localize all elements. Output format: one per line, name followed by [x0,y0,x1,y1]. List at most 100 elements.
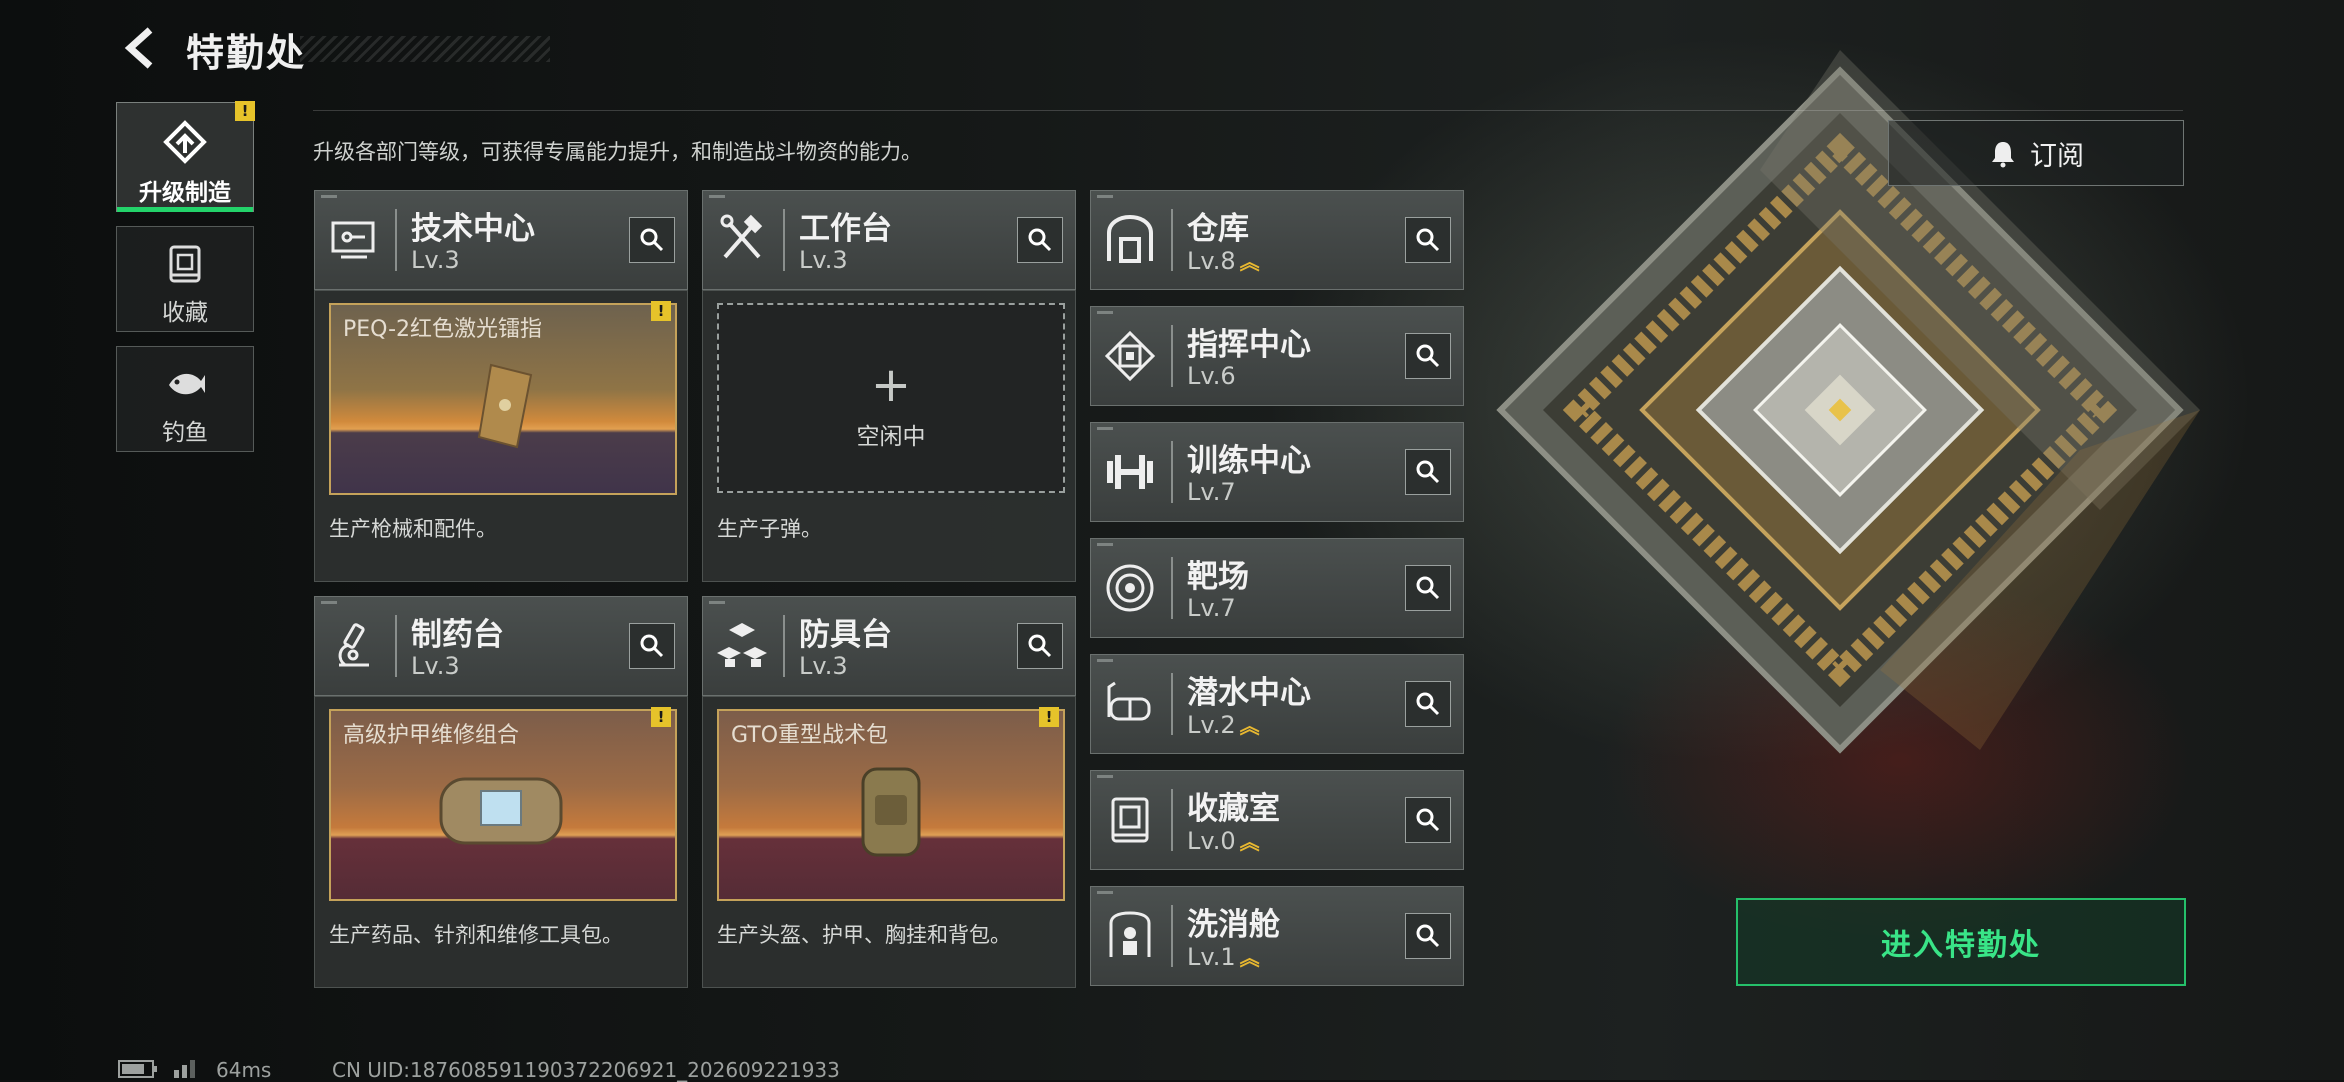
search-icon [1416,460,1440,484]
workshop-workbench[interactable]: 工作台 Lv.3 [702,190,1076,290]
production-desc: 生产头盔、护甲、胸挂和背包。 [717,923,1011,947]
level-text: Lv.8 [1187,247,1236,275]
workbench-icon [720,214,763,259]
enter-special-ops-button[interactable]: 进入特勤处 [1736,898,2186,986]
production-card-tech-center[interactable]: PEQ-2红色激光镭指 ! 生产枪械和配件。 [314,290,688,582]
facility-level: Lv.0 ︽ [1187,826,1260,855]
alert-badge: ! [651,707,671,727]
tab-label: 钓鱼 [162,420,208,446]
search-icon [1416,344,1440,368]
facility-name: 仓库 [1187,211,1249,247]
search-icon [640,228,664,252]
divider [783,209,785,271]
facility-name: 洗消舱 [1187,907,1280,943]
search-button[interactable] [1017,623,1063,669]
facility-name: 指挥中心 [1187,327,1311,363]
facility-name: 潜水中心 [1187,675,1311,711]
production-item-frame[interactable]: GTO重型战术包 [717,709,1065,901]
tab-collection[interactable]: 收藏 [116,226,254,332]
workshop-level: Lv.3 [799,246,848,274]
production-card-armor-bench[interactable]: GTO重型战术包 ! 生产头盔、护甲、胸挂和背包。 [702,696,1076,988]
search-button[interactable] [1017,217,1063,263]
facility-decon-chamber[interactable]: 洗消舱 Lv.1 ︽ [1090,886,1464,986]
workshop-name: 技术中心 [411,211,535,247]
pharmacy-icon [338,623,369,667]
workshop-armor-bench[interactable]: 防具台 Lv.3 [702,596,1076,696]
armor-bench-icon [717,623,767,667]
subscribe-label: 订阅 [2030,140,2084,172]
collection-room-icon [1111,797,1149,843]
corner-tick [1097,543,1113,546]
facility-collection-room[interactable]: 收藏室 Lv.0 ︽ [1090,770,1464,870]
divider [1171,557,1173,619]
search-button[interactable] [1405,217,1451,263]
search-button[interactable] [629,623,675,669]
battery-icon [118,1060,157,1078]
facility-diving-center[interactable]: 潜水中心 Lv.2 ︽ [1090,654,1464,754]
search-button[interactable] [1405,913,1451,959]
idle-slot[interactable]: + 空闲中 [717,303,1065,493]
tab-fishing[interactable]: 钓鱼 [116,346,254,452]
upgrade-arrow-icon: ︽ [1239,250,1260,274]
subscribe-button[interactable]: 订阅 [1888,120,2184,186]
facility-name: 靶场 [1187,559,1249,595]
diving-mask-icon [1107,681,1151,721]
facility-warehouse[interactable]: 仓库 Lv.8 ︽ [1090,190,1464,290]
divider [783,615,785,677]
collection-icon [169,245,201,283]
target-icon [1106,564,1154,612]
facility-training-center[interactable]: 训练中心 Lv.7 [1090,422,1464,522]
production-card-workbench[interactable]: + 空闲中 生产子弹。 [702,290,1076,582]
signal-icon [174,1060,195,1078]
production-item-name: PEQ-2红色激光镭指 [343,317,543,342]
workshop-name: 工作台 [799,211,892,247]
fish-icon [169,373,205,395]
facility-level: Lv.7 [1187,594,1236,622]
level-text: Lv.7 [1187,478,1236,506]
level-text: Lv.3 [799,652,848,680]
divider [1171,209,1173,271]
level-text: Lv.2 [1187,711,1236,739]
facility-name: 收藏室 [1187,791,1280,827]
back-arrow-icon[interactable] [118,24,166,72]
production-desc: 生产子弹。 [717,517,822,541]
divider [395,209,397,271]
alert-badge: ! [651,301,671,321]
level-text: Lv.3 [799,246,848,274]
upgrade-icon [163,120,207,164]
facility-name: 训练中心 [1187,443,1311,479]
facility-level: Lv.2 ︽ [1187,710,1260,739]
upgrade-arrow-icon: ︽ [1239,830,1260,854]
production-item-frame[interactable]: PEQ-2红色激光镭指 [329,303,677,495]
tactical-backpack-image [861,767,921,857]
tab-label: 升级制造 [139,180,231,206]
workshop-level: Lv.3 [799,652,848,680]
level-text: Lv.7 [1187,594,1236,622]
search-button[interactable] [1405,333,1451,379]
production-card-pharmacy[interactable]: 高级护甲维修组合 ! 生产药品、针剂和维修工具包。 [314,696,688,988]
search-button[interactable] [1405,681,1451,727]
search-button[interactable] [629,217,675,263]
tab-upgrade-manufacture[interactable]: 升级制造 ! [116,101,255,212]
search-button[interactable] [1405,565,1451,611]
facility-level: Lv.6 [1187,362,1236,390]
divider [1171,441,1173,503]
production-item-frame[interactable]: 高级护甲维修组合 [329,709,677,901]
production-item-name: 高级护甲维修组合 [343,723,520,748]
top-divider [313,110,2183,111]
facility-shooting-range[interactable]: 靶场 Lv.7 [1090,538,1464,638]
search-button[interactable] [1405,449,1451,495]
alert-badge: ! [1039,707,1059,727]
tech-center-icon [331,221,375,259]
search-icon [1416,924,1440,948]
decon-chamber-icon [1109,911,1151,957]
workshop-pharmacy[interactable]: 制药台 Lv.3 [314,596,688,696]
divider [1171,905,1173,967]
upgrade-arrow-icon: ︽ [1239,714,1260,738]
workshop-tech-center[interactable]: 技术中心 Lv.3 [314,190,688,290]
search-button[interactable] [1405,797,1451,843]
facility-command-center[interactable]: 指挥中心 Lv.6 [1090,306,1464,406]
level-text: Lv.1 [1187,943,1236,971]
corner-tick [1097,427,1113,430]
dumbbell-icon [1107,455,1153,489]
